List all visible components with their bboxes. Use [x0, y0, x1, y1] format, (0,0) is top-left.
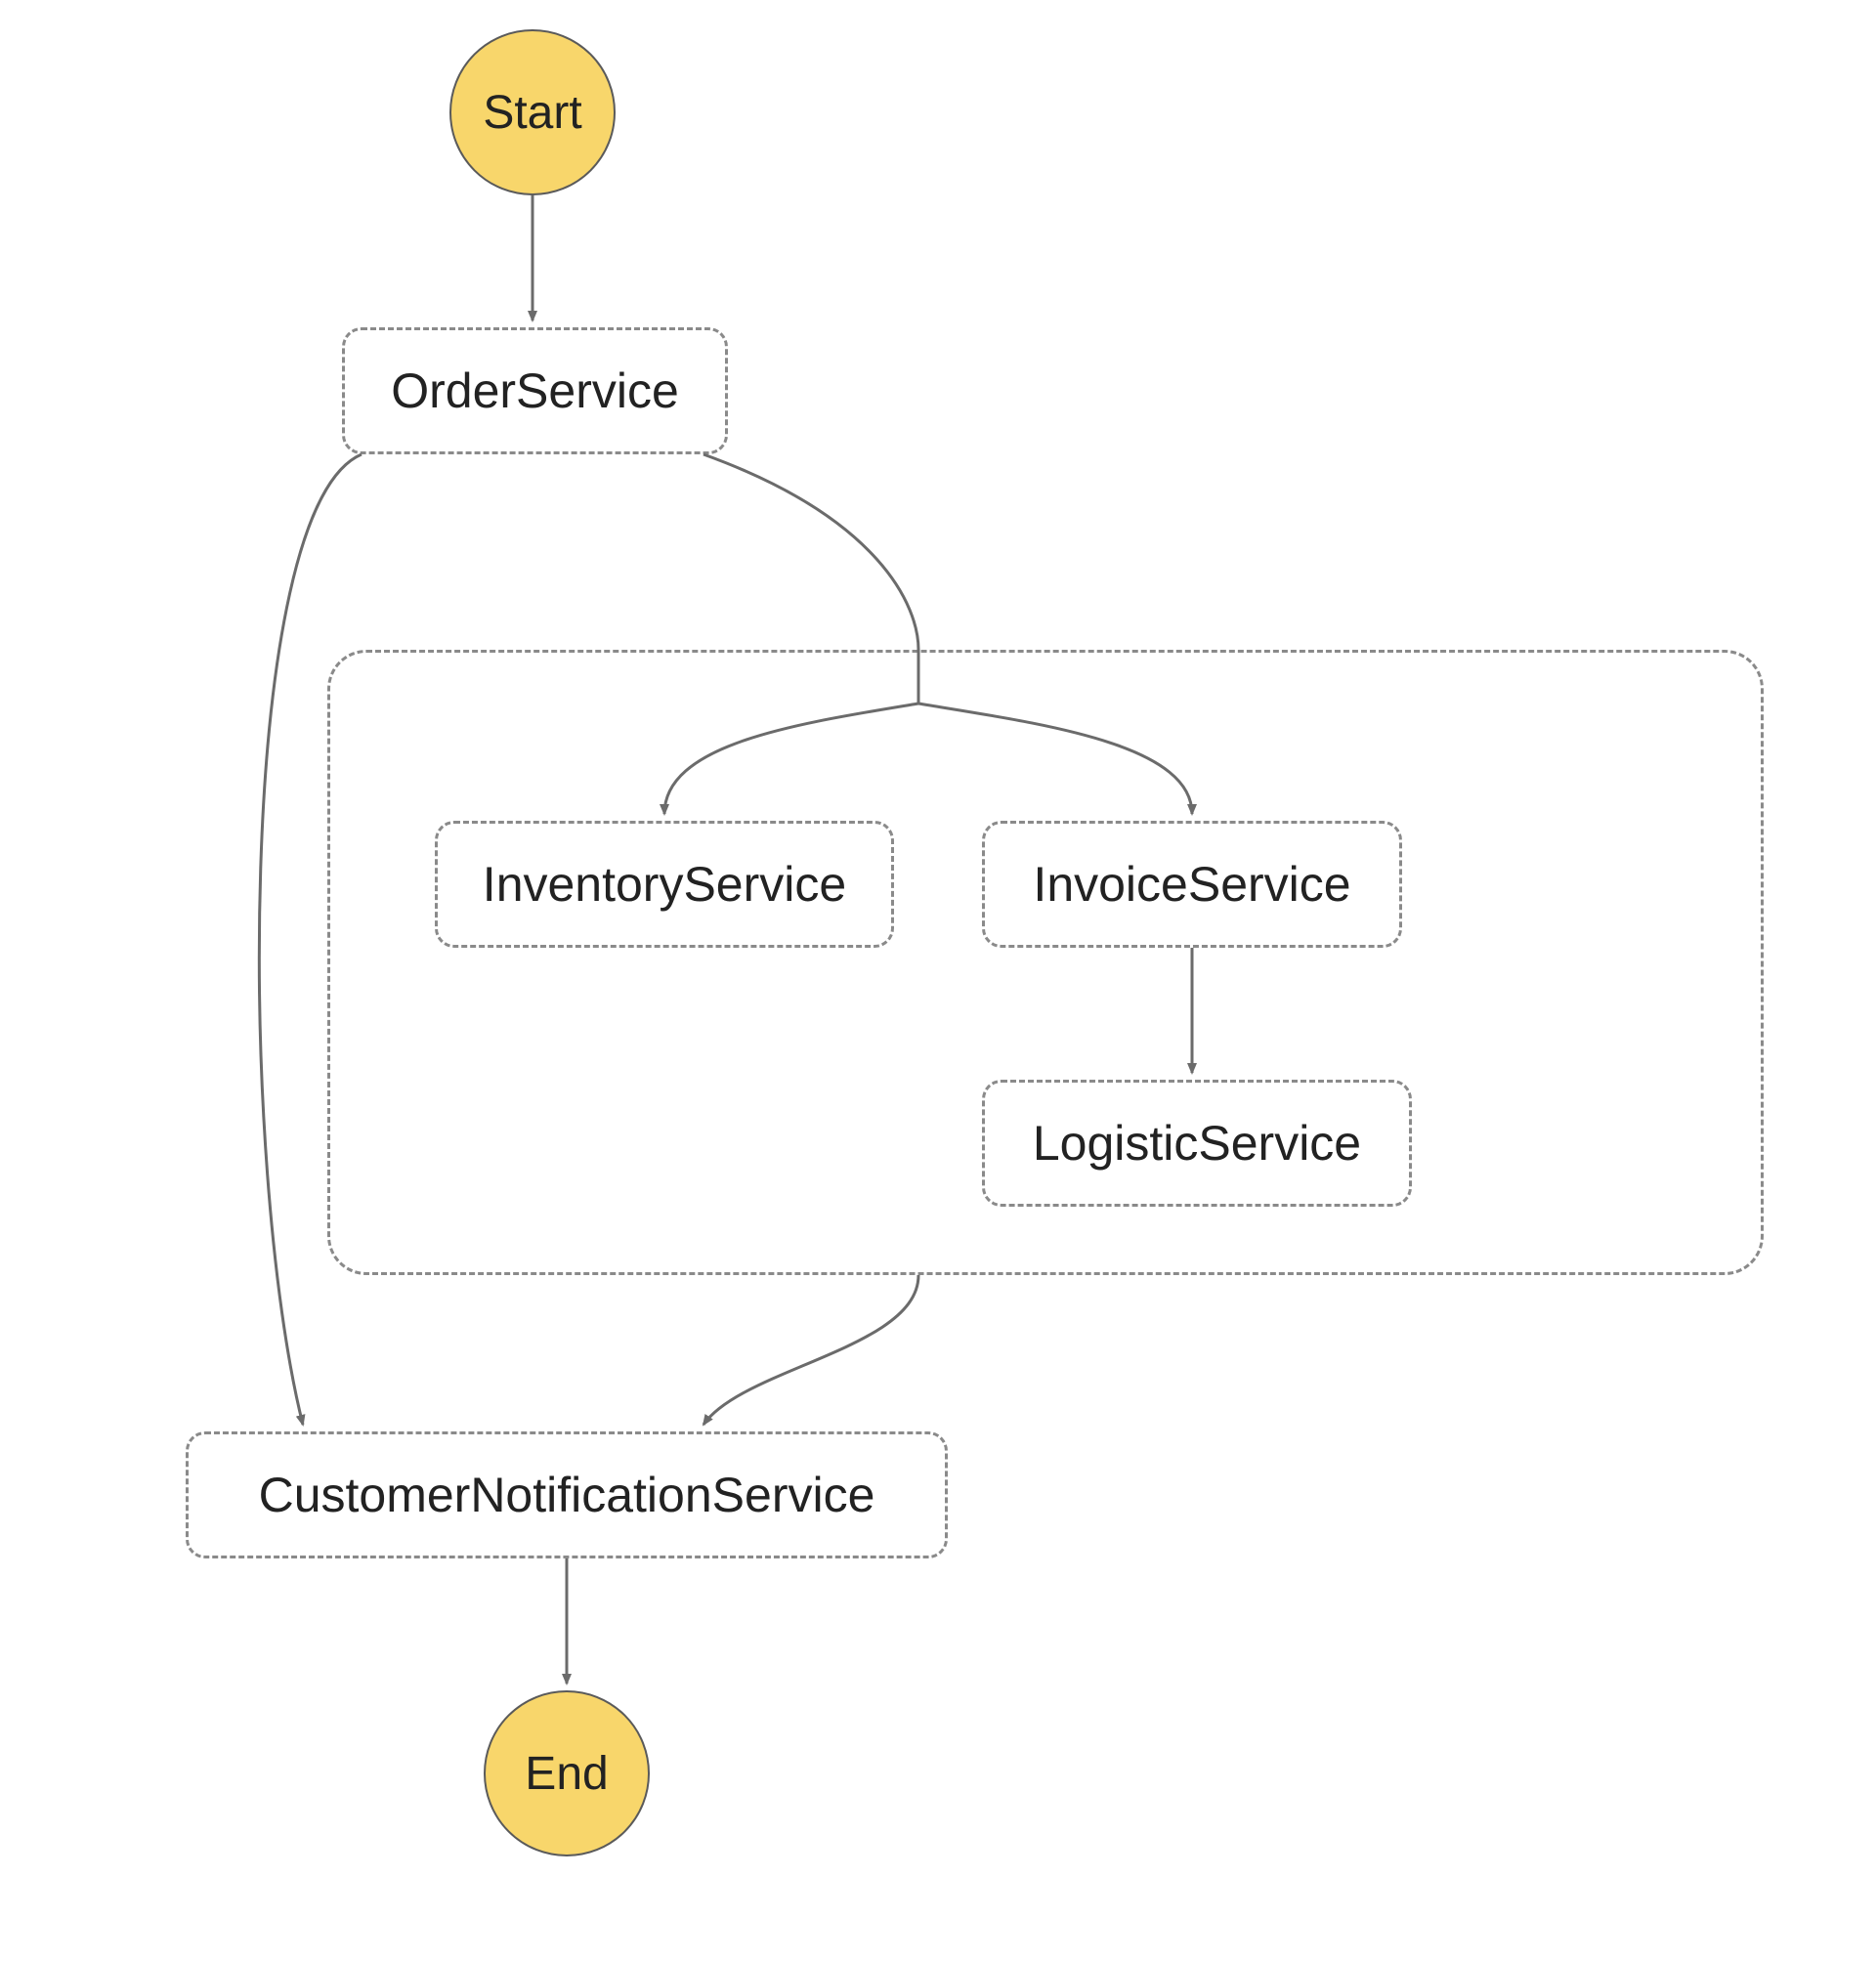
invoice-service-node: InvoiceService [982, 821, 1402, 948]
invoice-service-label: InvoiceService [1033, 856, 1350, 913]
diagram-canvas: Start OrderService InventoryService Invo… [0, 0, 1876, 1962]
end-node: End [484, 1690, 650, 1856]
start-node: Start [449, 29, 616, 195]
customer-notification-service-label: CustomerNotificationService [259, 1467, 875, 1523]
start-label: Start [483, 86, 581, 140]
inventory-service-node: InventoryService [435, 821, 894, 948]
order-service-label: OrderService [391, 363, 679, 419]
edge-order-to-group-stem [704, 454, 918, 650]
edge-group-to-notification [704, 1275, 918, 1425]
order-service-node: OrderService [342, 327, 728, 454]
logistic-service-node: LogisticService [982, 1080, 1412, 1207]
logistic-service-label: LogisticService [1033, 1115, 1361, 1172]
customer-notification-service-node: CustomerNotificationService [186, 1431, 948, 1558]
inventory-service-label: InventoryService [483, 856, 846, 913]
end-label: End [525, 1747, 608, 1801]
